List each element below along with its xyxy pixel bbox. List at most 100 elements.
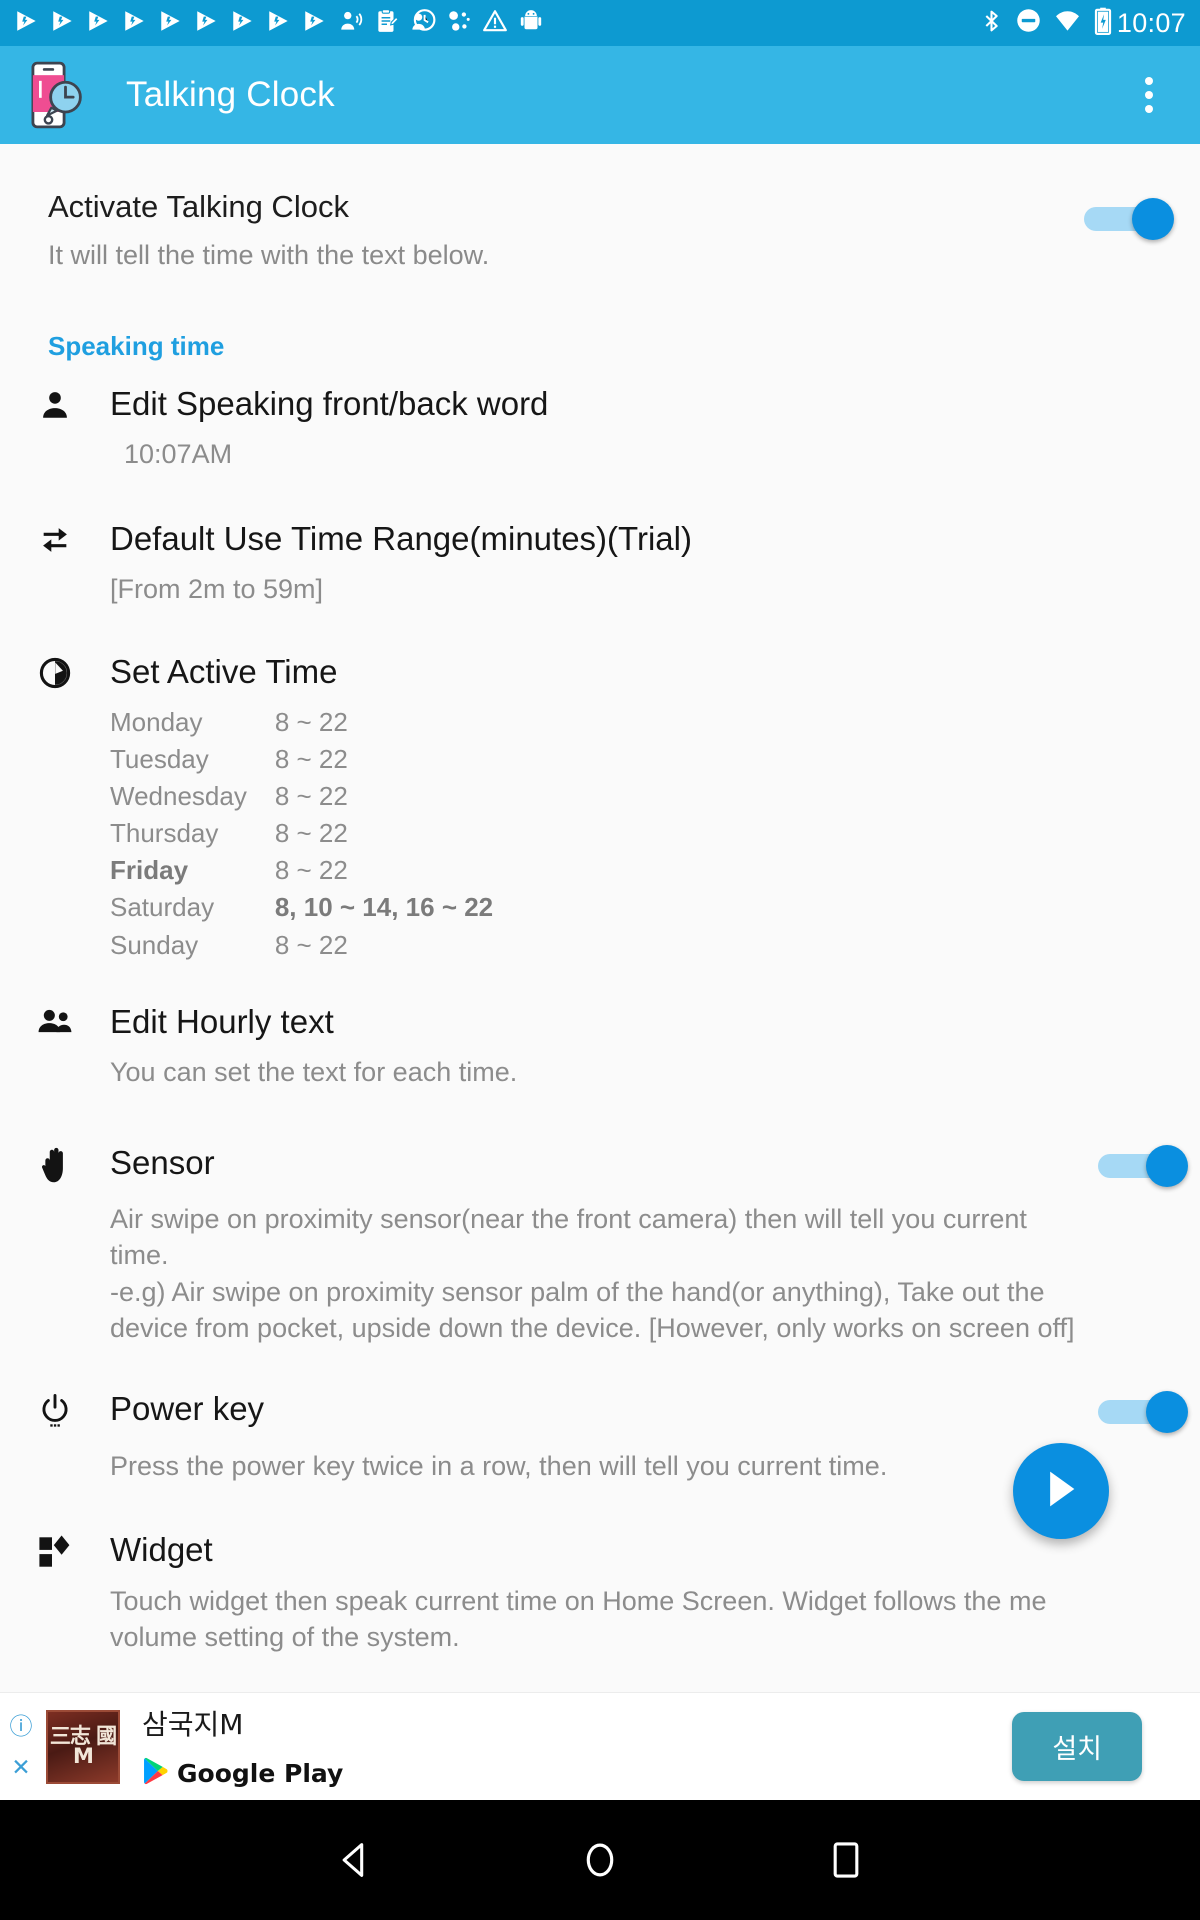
pref-edit-speaking-words[interactable]: Edit Speaking front/back word 10:07AM [0,384,1200,473]
table-row: Monday 8 ~ 22 [110,704,493,741]
person-clock-icon [410,8,436,39]
table-row: Friday 8 ~ 22 [110,852,493,889]
active-time-value: 8 ~ 22 [274,818,348,849]
active-time-day: Monday [110,706,203,737]
play-notification-icon [230,8,256,39]
active-time-table: Monday 8 ~ 22 Tuesday 8 ~ 22 Wednesday 8… [110,704,493,964]
status-bar-notification-icons [14,8,979,39]
bluetooth-icon [979,7,1004,40]
play-notification-icon [50,8,76,39]
ad-thumbnail-label: 三志 國M [49,1723,117,1768]
active-time-day: Saturday [110,892,215,923]
overflow-dot [1145,77,1153,85]
battery-charging-icon [1093,7,1113,40]
pref-default-time-range-body: Default Use Time Range(minutes)(Trial) [… [84,519,1174,608]
switch-thumb [1146,1144,1188,1187]
pref-set-active-time-title: Set Active Time [110,652,338,690]
active-time-day: Wednesday [110,780,247,811]
pref-edit-speaking-words-title: Edit Speaking front/back word [110,384,549,422]
play-notification-icon [158,8,184,39]
active-time-table-body: Monday 8 ~ 22 Tuesday 8 ~ 22 Wednesday 8… [110,704,493,964]
pref-power-key-body: Power key Press the power key twice in a… [84,1389,1188,1484]
ad-store-name: Google Play [177,1759,344,1788]
do-not-disturb-icon [1015,7,1042,39]
activate-toggle-switch[interactable] [1084,196,1174,242]
ad-controls: ⓘ ✕ [0,1693,38,1800]
active-time-day: Sunday [110,929,199,960]
ad-app-thumbnail[interactable]: 三志 國M [46,1709,120,1784]
app-bar: Talking Clock [0,46,1200,144]
active-time-value: 8 ~ 22 [274,706,348,737]
power-key-toggle-switch[interactable] [1098,1389,1188,1435]
bubbles-icon [446,8,472,39]
ad-store-row: Google Play [142,1757,1012,1790]
overflow-dot [1145,91,1153,99]
play-notification-icon [86,8,112,39]
voice-assistant-icon [338,8,364,39]
settings-scroll-container[interactable]: Activate Talking Clock It will tell the … [0,144,1200,1692]
pref-sensor-desc-2: time. [110,1240,169,1271]
switch-thumb [1132,198,1174,240]
pref-activate-talking-clock[interactable]: Activate Talking Clock It will tell the … [0,144,1200,273]
pref-widget-body: Widget Touch widget then speak current t… [84,1530,1174,1655]
play-icon [1041,1467,1081,1516]
hand-icon [26,1143,84,1185]
active-time-value: 8, 10 ~ 14, 16 ~ 22 [274,892,494,923]
clipboard-edit-icon [374,8,400,39]
warning-icon [482,8,508,39]
active-time-day: Friday [110,855,189,886]
active-time-value: 8 ~ 22 [274,780,348,811]
google-play-icon [142,1757,168,1790]
table-row: Thursday 8 ~ 22 [110,815,493,852]
pref-activate-subtitle: It will tell the time with the text belo… [48,239,490,270]
nav-back-button[interactable] [319,1825,389,1895]
ad-install-button[interactable]: 설치 [1012,1712,1142,1781]
status-bar: 10:07 [0,0,1200,46]
nav-home-button[interactable] [565,1825,635,1895]
pref-widget-desc-2: volume setting of the system. [110,1622,460,1653]
close-icon[interactable]: ✕ [11,1755,30,1779]
overflow-dot [1145,105,1153,113]
pref-default-time-range-desc: [From 2m to 59m] [110,574,324,605]
widget-icon [26,1530,84,1570]
android-robot-icon [518,8,544,39]
pref-edit-hourly-text-desc: You can set the text for each time. [110,1057,518,1088]
pref-default-time-range-title: Default Use Time Range(minutes)(Trial) [110,519,692,557]
pref-widget-title: Widget [110,1531,213,1569]
person-icon [26,384,84,422]
pref-activate-texts: Activate Talking Clock It will tell the … [48,188,1084,273]
switch-thumb [1146,1390,1188,1433]
pref-widget-desc-1: Touch widget then speak current time on … [110,1585,1047,1616]
status-bar-clock: 10:07 [1116,7,1186,38]
pref-widget[interactable]: Widget Touch widget then speak current t… [0,1530,1200,1655]
pref-sensor-desc-3: -e.g) Air swipe on proximity sensor palm… [110,1276,1045,1307]
pref-sensor-desc-4: device from pocket, upside down the devi… [110,1313,1075,1344]
sensor-toggle-switch[interactable] [1098,1143,1188,1189]
active-time-day: Tuesday [110,743,209,774]
pref-sensor[interactable]: Sensor Air swipe on proximity sensor(nea… [0,1143,1200,1347]
pref-set-active-time[interactable]: Set Active Time Monday 8 ~ 22 Tuesday 8 … [0,652,1200,964]
active-time-value: 8 ~ 22 [274,855,348,886]
talking-clock-app-icon [26,60,88,130]
play-notification-icon [266,8,292,39]
pref-sensor-title: Sensor [110,1143,215,1181]
speak-time-fab[interactable] [1013,1443,1109,1539]
info-icon[interactable]: ⓘ [10,1714,33,1738]
pref-set-active-time-body: Set Active Time Monday 8 ~ 22 Tuesday 8 … [84,652,1174,964]
ad-banner[interactable]: ⓘ ✕ 三志 國M 삼국지M Google Play 설치 [0,1692,1200,1800]
pref-edit-hourly-text[interactable]: Edit Hourly text You can set the text fo… [0,1002,1200,1091]
table-row: Wednesday 8 ~ 22 [110,778,493,815]
pref-edit-speaking-words-body: Edit Speaking front/back word 10:07AM [84,384,1174,473]
pref-sensor-desc-1: Air swipe on proximity sensor(near the f… [110,1203,1027,1234]
nav-recents-button[interactable] [811,1825,881,1895]
table-row: Tuesday 8 ~ 22 [110,741,493,778]
app-title: Talking Clock [126,75,335,114]
ad-text-block: 삼국지M Google Play [142,1703,1012,1790]
active-time-value: 8 ~ 22 [274,743,348,774]
play-notification-icon [194,8,220,39]
half-circle-icon [26,652,84,690]
power-icon [26,1389,84,1429]
pref-activate-title: Activate Talking Clock [48,189,349,224]
pref-default-time-range[interactable]: Default Use Time Range(minutes)(Trial) [… [0,519,1200,608]
overflow-menu-button[interactable] [1120,66,1178,124]
